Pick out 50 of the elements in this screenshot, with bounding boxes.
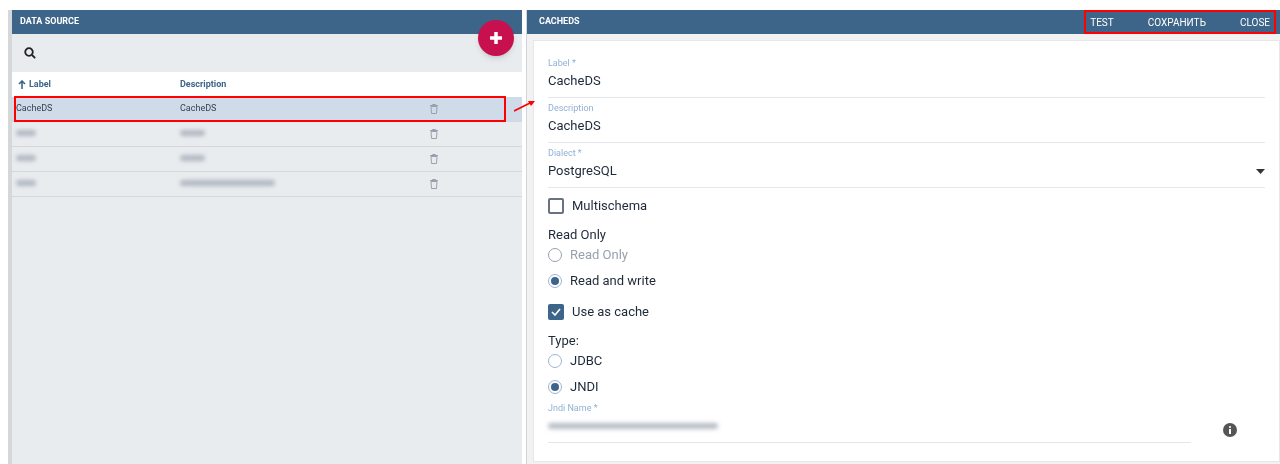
add-button[interactable]	[478, 20, 514, 56]
input-field[interactable]: Description CacheDS	[548, 100, 1265, 143]
info-icon[interactable]	[1223, 423, 1237, 437]
column-header[interactable]: Description	[180, 77, 340, 92]
field-label: Jndi Name *	[548, 402, 599, 414]
radio-button[interactable]	[548, 380, 562, 394]
checkbox[interactable]	[548, 304, 564, 320]
field-value: CacheDS	[548, 72, 601, 91]
input-field[interactable]: Label * CacheDS	[548, 55, 1265, 98]
checkbox-label: Multischema	[572, 197, 648, 216]
field-value: CacheDS	[548, 117, 601, 136]
search-icon[interactable]	[24, 47, 36, 59]
header-action-link[interactable]: CLOSE	[1239, 14, 1270, 30]
radio-label: JNDI	[570, 378, 599, 397]
group-label: Type:	[548, 334, 580, 348]
blurred-text	[16, 180, 36, 187]
radio-button[interactable]	[548, 274, 562, 288]
trash-icon[interactable]	[430, 104, 438, 114]
field-label: Description	[548, 102, 595, 114]
panel-title: CACHEDS	[539, 15, 580, 29]
table-cell: CacheDS	[180, 103, 217, 114]
header-action-link[interactable]: TEST	[1090, 14, 1114, 30]
select-field[interactable]: Dialect * PostgreSQL	[548, 145, 1265, 188]
radio-label: Read and write	[570, 272, 656, 291]
check-icon	[551, 308, 561, 316]
table-cell: CacheDS	[16, 103, 53, 114]
group-label: Read Only	[548, 228, 607, 242]
sort-arrow-icon	[18, 80, 26, 89]
plus-icon	[489, 31, 503, 45]
radio-label: JDBC	[570, 352, 603, 371]
trash-icon[interactable]	[430, 129, 438, 139]
blurred-text	[16, 155, 36, 162]
trash-icon[interactable]	[430, 179, 438, 189]
caret-icon	[1256, 168, 1265, 174]
checkbox[interactable]	[548, 198, 564, 214]
table-row[interactable]: CacheDS CacheDS	[12, 97, 522, 122]
blurred-text	[180, 155, 205, 162]
panel-title: DATA SOURCE	[20, 15, 80, 29]
blurred-text	[16, 130, 36, 137]
radio-label: Read Only	[570, 246, 628, 265]
arrow-annotation	[514, 100, 536, 112]
field-label: Label *	[548, 57, 577, 69]
field-value: PostgreSQL	[548, 162, 617, 181]
column-header[interactable]: Label	[12, 77, 180, 92]
trash-icon[interactable]	[430, 154, 438, 164]
radio-button[interactable]	[548, 354, 562, 368]
header-action-link[interactable]: СОХРАНИТЬ	[1147, 14, 1206, 30]
blurred-text	[180, 130, 205, 137]
field-label: Dialect *	[548, 147, 583, 159]
checkbox-label: Use as cache	[572, 303, 649, 322]
